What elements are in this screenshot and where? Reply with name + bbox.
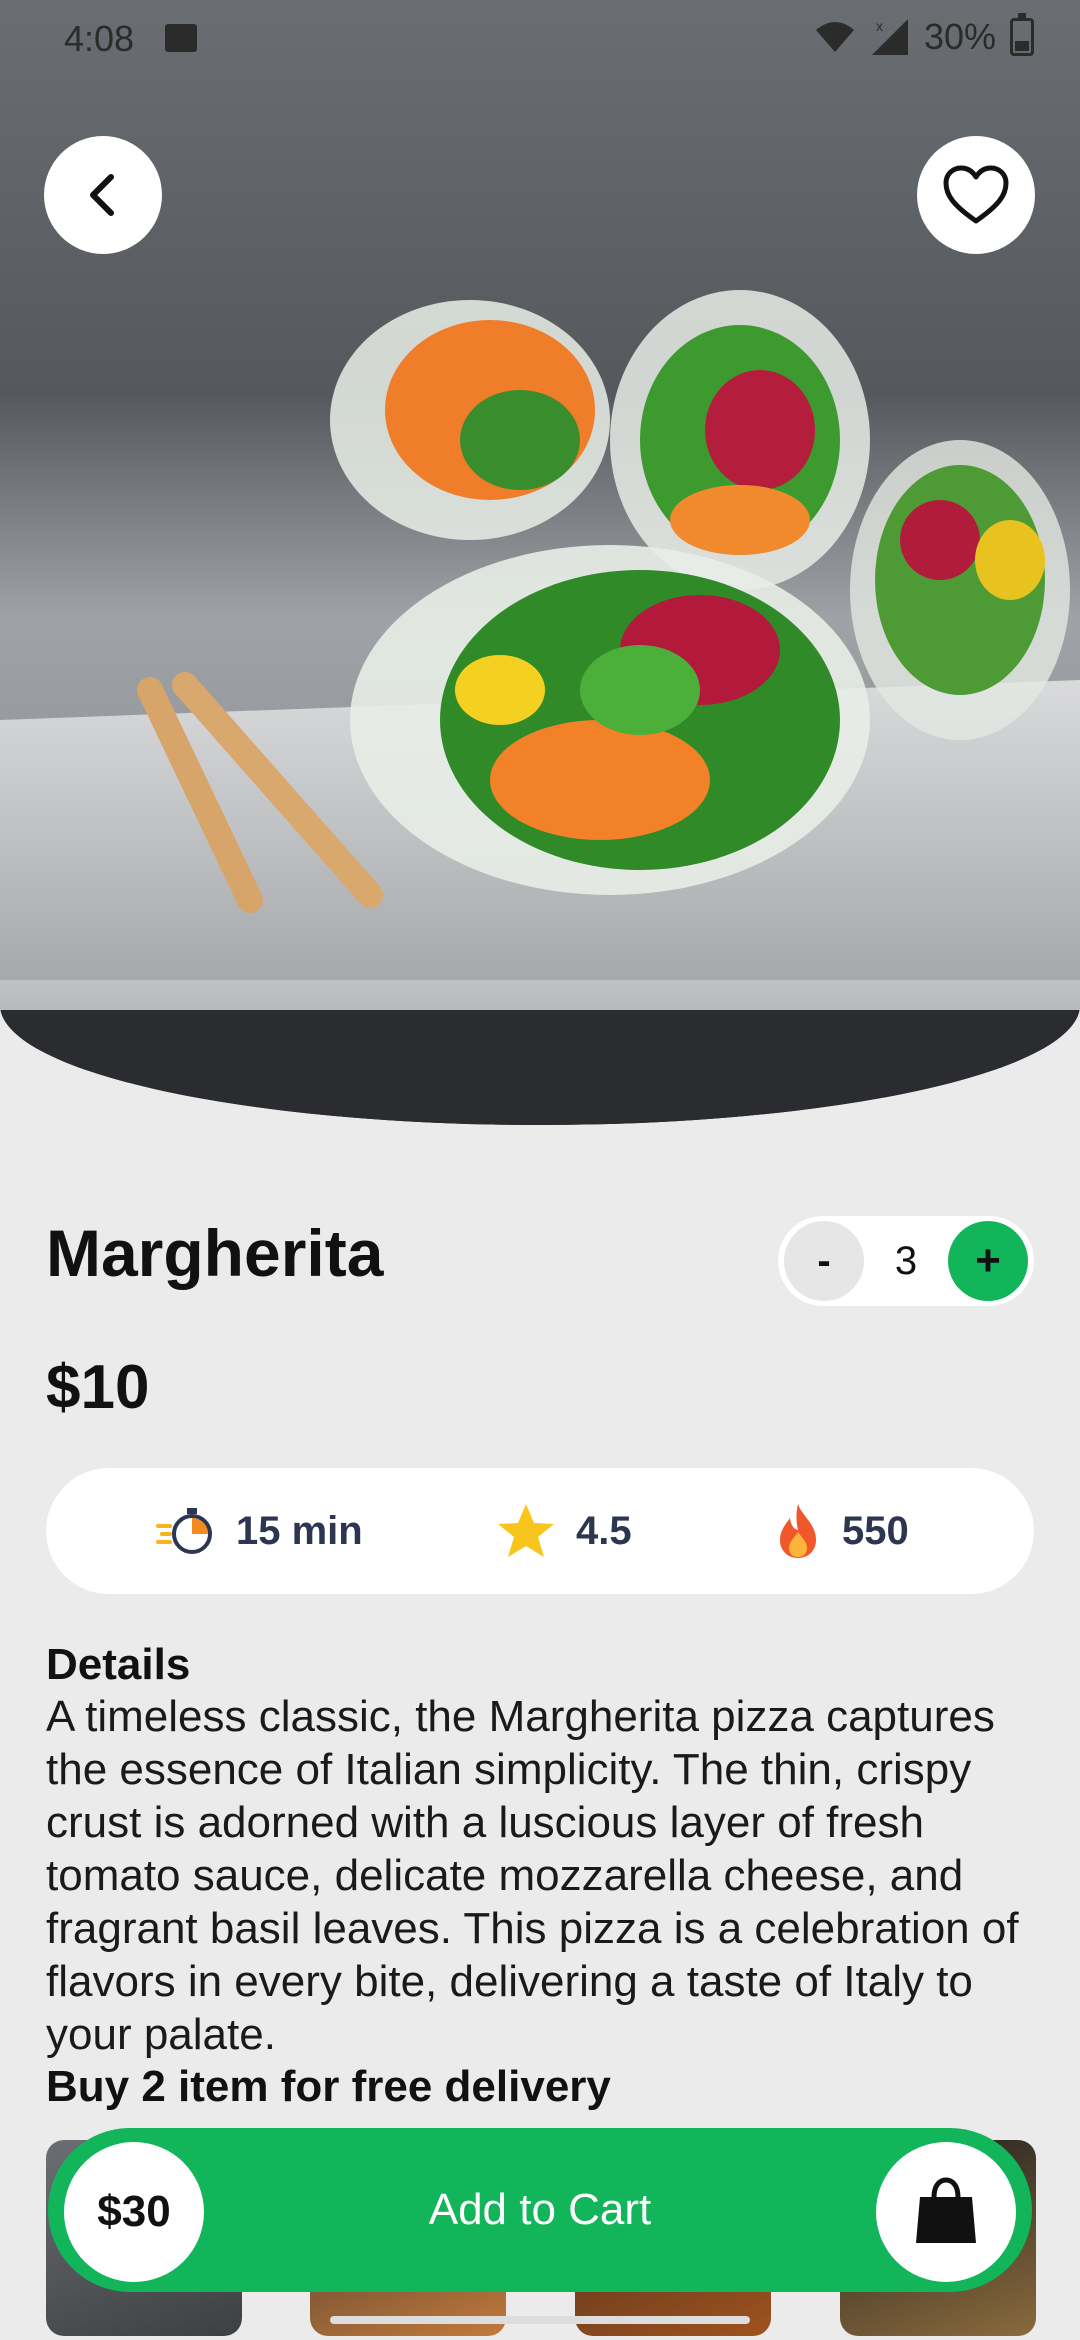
stat-calories: 550 [774,1468,909,1594]
details-description: A timeless classic, the Margherita pizza… [46,1692,1019,2059]
battery-percentage: 30% [923,16,996,57]
battery-icon [1010,13,1034,56]
stat-time-label: 15 min [236,1508,363,1553]
product-price: $10 [46,1353,150,1422]
shopping-bag-icon [916,2177,976,2243]
image-icon [165,24,197,52]
hero-image [0,0,1080,1125]
stat-calories-label: 550 [842,1508,909,1553]
increase-quantity-button[interactable]: + [948,1221,1028,1301]
promo-text: Buy 2 item for free delivery [46,2062,611,2111]
cart-button[interactable] [876,2142,1016,2282]
quantity-value: 3 [894,1238,918,1283]
stat-rating-label: 4.5 [576,1508,632,1553]
heart-icon [943,165,1009,224]
stat-time: 15 min [156,1468,363,1594]
signal-icon: x [871,18,908,55]
stat-rating: 4.5 [496,1468,632,1594]
wifi-icon [815,22,854,52]
status-bar: 4:08 x 30% [0,0,1080,80]
product-title: Margherita [46,1216,384,1290]
decrease-quantity-button[interactable]: - [784,1221,864,1301]
star-icon [498,1504,554,1557]
status-right: x 30% [814,13,1034,58]
flame-icon [780,1504,816,1558]
details-heading: Details [46,1640,191,1689]
chevron-left-icon [90,174,114,216]
svg-text:x: x [876,18,883,34]
favorite-button[interactable] [917,136,1035,254]
stopwatch-icon [156,1508,212,1554]
add-to-cart-bar[interactable]: $30 Add to Cart [48,2128,1032,2292]
home-indicator [330,2316,750,2324]
back-button[interactable] [44,136,162,254]
stats-card: 15 min 4.5 550 [46,1468,1034,1594]
quantity-stepper: - 3 + [778,1216,1034,1306]
status-time: 4:08 [64,18,135,59]
